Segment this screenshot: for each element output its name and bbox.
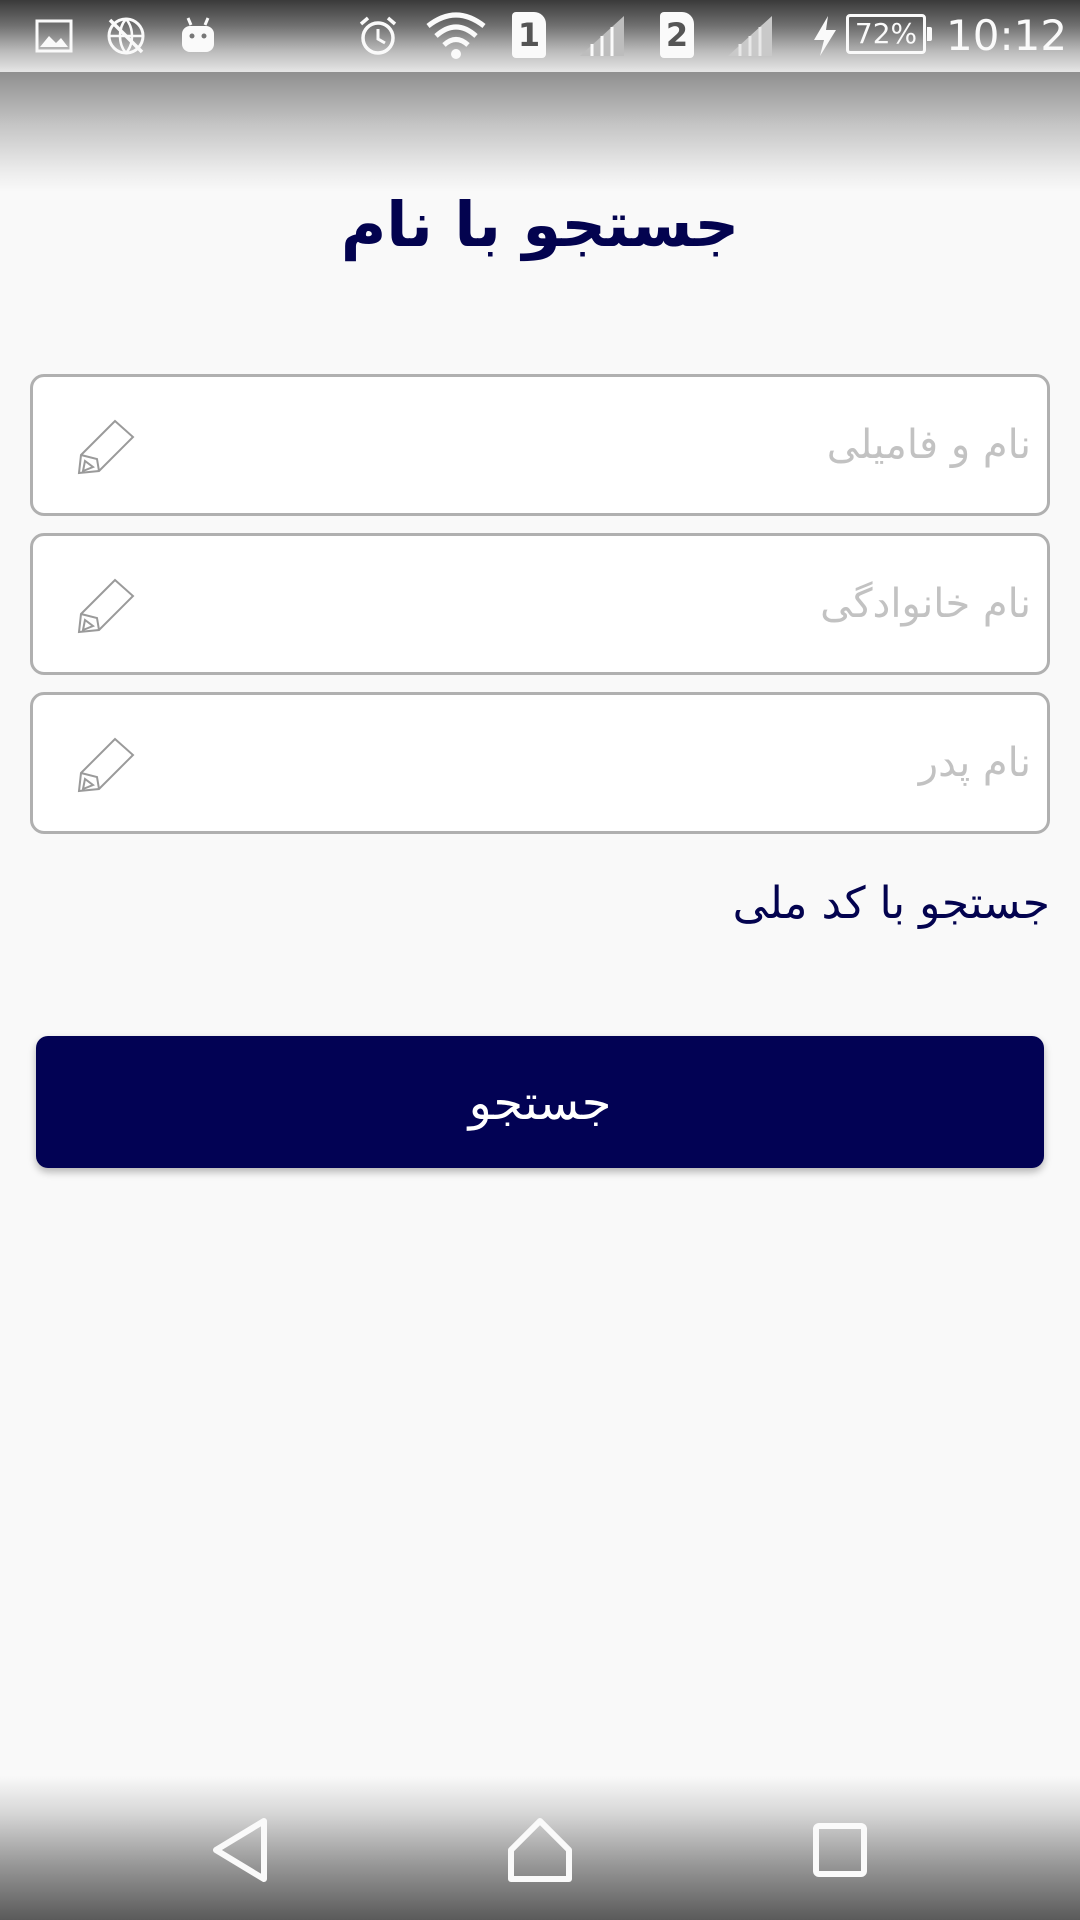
alarm-icon xyxy=(356,12,400,60)
family-name-input[interactable] xyxy=(183,536,1031,672)
pencil-icon xyxy=(77,737,135,793)
pencil-icon xyxy=(77,578,135,634)
navigation-bar xyxy=(0,1776,1080,1920)
android-debug-icon xyxy=(178,12,218,60)
recents-icon[interactable] xyxy=(800,1810,880,1890)
back-icon[interactable] xyxy=(200,1810,280,1890)
search-by-national-code-link[interactable]: جستجو با کد ملی xyxy=(733,872,1050,936)
sim2-badge: 2 xyxy=(660,12,694,58)
search-button[interactable]: جستجو xyxy=(36,1036,1044,1168)
search-by-name-screen: 1 2 72% 10:12 جستجو با نام نام و فامیلی … xyxy=(0,0,1080,1920)
family-name-field xyxy=(30,533,1050,675)
vpn-off-icon xyxy=(104,12,148,60)
father-name-field xyxy=(30,692,1050,834)
status-clock: 10:12 xyxy=(946,11,1068,60)
pencil-icon xyxy=(77,419,135,475)
status-bar: 1 2 72% 10:12 xyxy=(0,0,1080,72)
gallery-icon xyxy=(34,12,74,60)
charging-icon xyxy=(810,12,840,60)
signal-sim1-icon xyxy=(578,12,626,60)
full-name-input[interactable] xyxy=(183,377,1031,513)
home-icon[interactable] xyxy=(500,1810,580,1890)
signal-sim2-icon xyxy=(726,12,774,60)
wifi-icon xyxy=(426,12,486,60)
page-title: جستجو با نام xyxy=(340,188,740,261)
battery-indicator: 72% xyxy=(846,14,932,54)
full-name-field xyxy=(30,374,1050,516)
app-bar xyxy=(0,72,1080,192)
sim1-badge: 1 xyxy=(512,12,546,58)
father-name-input[interactable] xyxy=(183,695,1031,831)
